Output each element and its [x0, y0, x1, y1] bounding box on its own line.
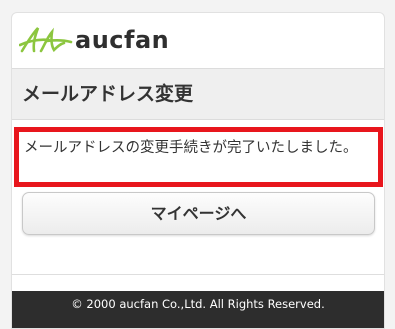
footer: © 2000 aucfan Co.,Ltd. All Rights Reserv…	[12, 291, 384, 328]
completion-message: メールアドレスの変更手続きが完了いたしました。	[24, 140, 358, 156]
header: aucfan	[12, 13, 384, 67]
copyright-text: © 2000 aucfan Co.,Ltd. All Rights Reserv…	[71, 297, 325, 311]
mypage-button[interactable]: マイページへ	[22, 192, 375, 235]
aucfan-logo-icon[interactable]	[19, 25, 73, 55]
divider	[12, 274, 384, 275]
page-title-bar: メールアドレス変更	[12, 68, 384, 120]
completion-message-box: メールアドレスの変更手続きが完了いたしました。	[14, 127, 383, 187]
page-card: aucfan メールアドレス変更 メールアドレスの変更手続きが完了いたしました。…	[11, 12, 385, 329]
page-title: メールアドレス変更	[22, 83, 194, 105]
logo-text[interactable]: aucfan	[75, 25, 169, 55]
